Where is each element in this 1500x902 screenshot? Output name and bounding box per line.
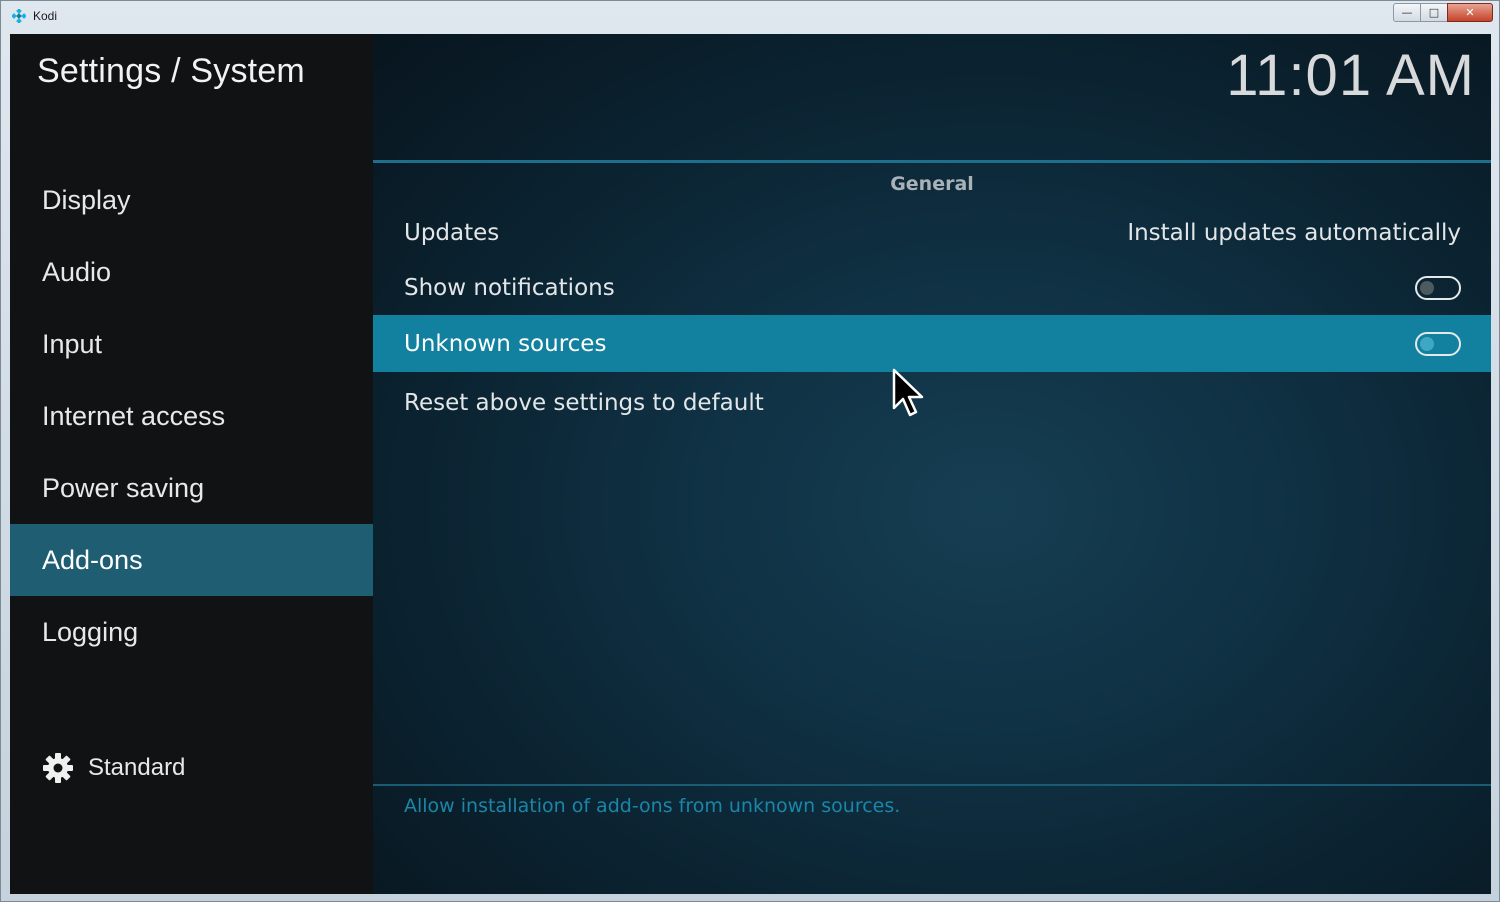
category-menu: Display Audio Input Internet access Powe… [10,164,373,668]
setting-description: Allow installation of add-ons from unkno… [404,795,901,817]
gear-icon [43,753,73,783]
sidebar-item-input[interactable]: Input [10,308,373,380]
sidebar-item-power-saving[interactable]: Power saving [10,452,373,524]
settings-sidebar: Settings / System Display Audio Input In… [10,34,373,894]
sidebar-item-audio[interactable]: Audio [10,236,373,308]
section-title: General [890,173,974,195]
sidebar-item-add-ons[interactable]: Add-ons [10,524,373,596]
unknown-sources-toggle[interactable] [1415,331,1461,356]
page-title: Settings / System [37,52,305,90]
top-divider [373,160,1491,163]
setting-reset-defaults[interactable]: Reset above settings to default [373,374,1491,431]
setting-value: Install updates automatically [1127,219,1461,246]
close-button[interactable]: ✕ [1447,3,1493,22]
mouse-cursor-icon [892,368,924,417]
toggle-knob [1420,280,1434,295]
show-notifications-toggle[interactable] [1415,275,1461,300]
setting-label: Show notifications [404,274,615,301]
kodi-logo-icon [12,9,26,23]
settings-content: 11:01 AM General Updates Install updates… [373,34,1491,894]
setting-label: Updates [404,219,500,246]
kodi-window: Kodi — □ ✕ Settings / System Display Aud… [0,0,1500,902]
minimize-button[interactable]: — [1393,3,1421,22]
maximize-button[interactable]: □ [1420,3,1448,22]
sidebar-item-logging[interactable]: Logging [10,596,373,668]
kodi-client-area: Settings / System Display Audio Input In… [10,34,1491,894]
setting-show-notifications[interactable]: Show notifications [373,259,1491,316]
window-controls: — □ ✕ [1393,3,1493,22]
window-title: Kodi [33,9,58,23]
clock: 11:01 AM [1226,43,1475,108]
settings-level-button[interactable]: Standard [42,752,185,784]
setting-unknown-sources[interactable]: Unknown sources [373,315,1491,372]
sidebar-item-display[interactable]: Display [10,164,373,236]
toggle-knob [1420,336,1434,351]
setting-updates[interactable]: Updates Install updates automatically [373,204,1491,261]
setting-label: Unknown sources [404,330,607,357]
sidebar-item-internet-access[interactable]: Internet access [10,380,373,452]
title-bar[interactable]: Kodi — □ ✕ [1,1,1499,33]
bottom-divider [373,784,1491,786]
setting-label: Reset above settings to default [404,389,764,416]
settings-level-label: Standard [88,754,186,781]
